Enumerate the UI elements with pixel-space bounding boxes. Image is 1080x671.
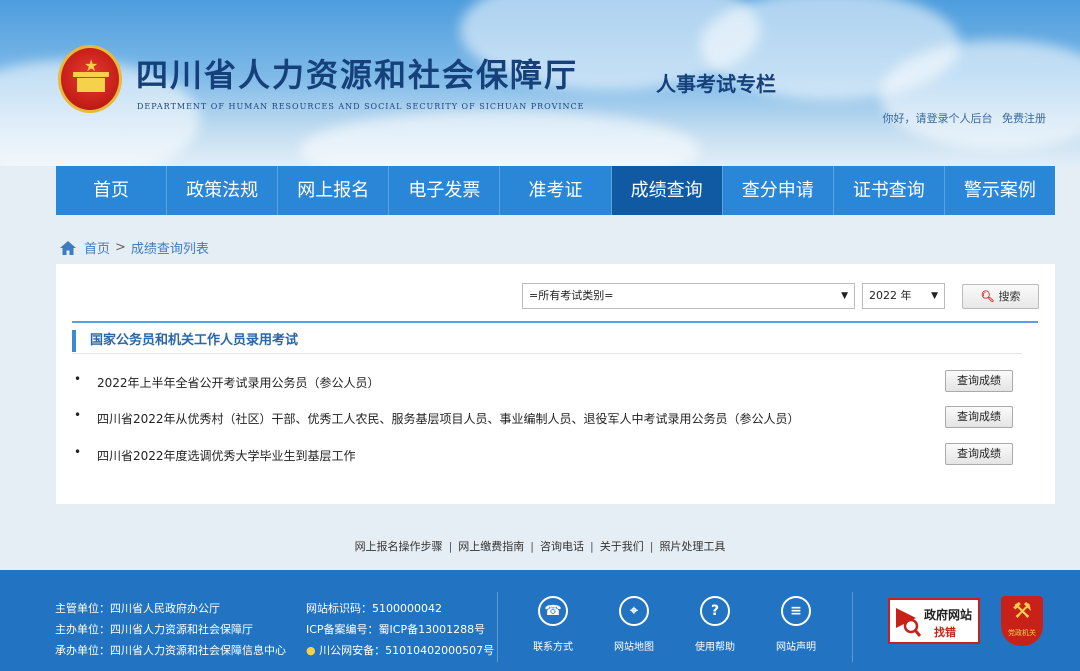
- chevron-down-icon: ▼: [841, 291, 848, 301]
- footer-link-phone[interactable]: 咨询电话: [540, 540, 584, 553]
- nav-item-warning-cases[interactable]: 警示案例: [945, 166, 1055, 215]
- site-title-english: DEPARTMENT OF HUMAN RESOURCES AND SOCIAL…: [137, 102, 585, 111]
- footer-icon-label: 网站声明: [776, 642, 816, 653]
- list-item: • 四川省2022年度选调优秀大学毕业生到基层工作 查询成绩: [72, 443, 1022, 467]
- footer-org-info: 主管单位：四川省人民政府办公厅 主办单位：四川省人力资源和社会保障厅 承办单位：…: [55, 598, 286, 661]
- police-badge-icon: ●: [306, 644, 316, 657]
- site-footer: 主管单位：四川省人民政府办公厅 主办单位：四川省人力资源和社会保障厅 承办单位：…: [0, 570, 1080, 671]
- breadcrumb-current[interactable]: 成绩查询列表: [131, 238, 209, 257]
- nav-item-score-query[interactable]: 成绩查询: [611, 166, 723, 215]
- footer-icon-label: 联系方式: [533, 642, 573, 653]
- divider: [72, 321, 1038, 323]
- footer-help[interactable]: ? 使用帮助: [695, 596, 735, 653]
- footer-icon-label: 网站地图: [614, 642, 654, 653]
- divider: [72, 353, 1022, 354]
- category-title: 国家公务员和机关工作人员录用考试: [72, 330, 1022, 352]
- separator: |: [590, 540, 594, 553]
- nav-item-score-review[interactable]: 查分申请: [723, 166, 834, 215]
- document-icon: ≡: [781, 596, 811, 626]
- help-icon: ?: [700, 596, 730, 626]
- breadcrumb: 首页 > 成绩查询列表: [60, 238, 209, 257]
- breadcrumb-home[interactable]: 首页: [84, 238, 110, 257]
- report-error-title: 政府网站: [924, 608, 973, 622]
- footer-sitemap[interactable]: ⌖ 网站地图: [614, 596, 654, 653]
- category-select[interactable]: =所有考试类别= ▼: [522, 283, 855, 309]
- section-title: 人事考试专栏: [656, 72, 776, 96]
- nav-item-policy[interactable]: 政策法规: [167, 166, 279, 215]
- main-nav: 首页 政策法规 网上报名 电子发票 准考证 成绩查询 查分申请 证书查询 警示案…: [56, 166, 1055, 215]
- footer-links: 网上报名操作步骤 | 网上缴费指南 | 咨询电话 | 关于我们 | 照片处理工具: [0, 538, 1080, 554]
- footer-contact[interactable]: ☎ 联系方式: [533, 596, 573, 653]
- search-button-label: 搜索: [998, 290, 1021, 303]
- search-button[interactable]: 🔍︎ 搜索: [962, 284, 1039, 309]
- nav-item-certificate[interactable]: 证书查询: [834, 166, 945, 215]
- footer-registration-info: 网站标识码：5100000042 ICP备案编号：蜀ICP备13001288号 …: [306, 598, 494, 661]
- footer-statement[interactable]: ≡ 网站声明: [776, 596, 816, 653]
- home-icon: [60, 240, 76, 255]
- national-emblem-icon: ★: [58, 45, 122, 113]
- list-item: • 2022年上半年全省公开考试录用公务员（参公人员） 查询成绩: [72, 370, 1022, 394]
- bullet-icon: •: [74, 372, 82, 386]
- footer-link-payment[interactable]: 网上缴费指南: [458, 540, 524, 553]
- chevron-down-icon: ▼: [931, 291, 938, 301]
- map-pin-icon: ⌖: [619, 596, 649, 626]
- bullet-icon: •: [74, 445, 82, 459]
- site-header: ★ 四川省人力资源和社会保障厅 DEPARTMENT OF HUMAN RESO…: [0, 0, 1080, 166]
- exam-name[interactable]: 四川省2022年从优秀村（社区）干部、优秀工人农民、服务基层项目人员、事业编制人…: [97, 410, 800, 427]
- breadcrumb-separator: >: [115, 240, 126, 255]
- query-score-button[interactable]: 查询成绩: [945, 406, 1013, 428]
- separator: |: [448, 540, 453, 553]
- list-item: • 四川省2022年从优秀村（社区）干部、优秀工人农民、服务基层项目人员、事业编…: [72, 406, 1022, 430]
- nav-item-home[interactable]: 首页: [56, 166, 168, 215]
- query-score-button[interactable]: 查询成绩: [945, 443, 1013, 465]
- footer-org-line: 主办单位：四川省人力资源和社会保障厅: [55, 623, 253, 636]
- footer-org-line: 主管单位：四川省人民政府办公厅: [55, 602, 220, 615]
- footer-link-photo-tool[interactable]: 照片处理工具: [659, 540, 725, 553]
- footer-link-steps[interactable]: 网上报名操作步骤: [355, 540, 443, 553]
- exam-name[interactable]: 2022年上半年全省公开考试录用公务员（参公人员）: [97, 374, 380, 391]
- year-select[interactable]: 2022 年 ▼: [862, 283, 945, 309]
- year-select-value: 2022 年: [869, 289, 912, 302]
- footer-link-about[interactable]: 关于我们: [600, 540, 644, 553]
- report-error-label: 找错: [934, 626, 956, 639]
- footer-reg-line: 网站标识码：5100000042: [306, 602, 442, 615]
- separator: |: [530, 540, 534, 553]
- divider: [852, 592, 853, 662]
- exam-name[interactable]: 四川省2022年度选调优秀大学毕业生到基层工作: [97, 447, 356, 464]
- bullet-icon: •: [74, 408, 82, 422]
- report-error-button[interactable]: 政府网站 找错: [888, 598, 980, 644]
- footer-reg-line: ● 川公网安备：51010402000507号: [306, 644, 495, 657]
- footer-org-line: 承办单位：四川省人力资源和社会保障信息中心: [55, 644, 286, 657]
- nav-item-admission-ticket[interactable]: 准考证: [500, 166, 612, 215]
- party-emblem-icon: ⚒: [1012, 599, 1032, 624]
- category-select-value: =所有考试类别=: [529, 289, 614, 302]
- footer-reg-line: ICP备案编号：蜀ICP备13001288号: [306, 623, 486, 636]
- nav-item-invoice[interactable]: 电子发票: [389, 166, 501, 215]
- site-title: 四川省人力资源和社会保障厅: [136, 56, 579, 94]
- divider: [497, 592, 498, 662]
- register-link[interactable]: 免费注册: [1002, 112, 1046, 125]
- results-panel: =所有考试类别= ▼ 2022 年 ▼ 🔍︎ 搜索 国家公务员和机关工作人员录用考…: [56, 264, 1055, 504]
- login-links: 你好，请登录个人后台 免费注册: [877, 110, 1047, 126]
- party-badge-label: 党政机关: [1008, 629, 1036, 637]
- magnifier-icon: [896, 608, 922, 637]
- separator: |: [649, 540, 654, 553]
- nav-item-registration[interactable]: 网上报名: [278, 166, 390, 215]
- phone-icon: ☎: [538, 596, 568, 626]
- login-link[interactable]: 你好，请登录个人后台: [883, 112, 993, 125]
- query-score-button[interactable]: 查询成绩: [945, 370, 1013, 392]
- search-icon: 🔍︎: [980, 290, 995, 303]
- footer-icon-label: 使用帮助: [695, 642, 735, 653]
- party-government-badge[interactable]: ⚒ 党政机关: [1001, 596, 1043, 646]
